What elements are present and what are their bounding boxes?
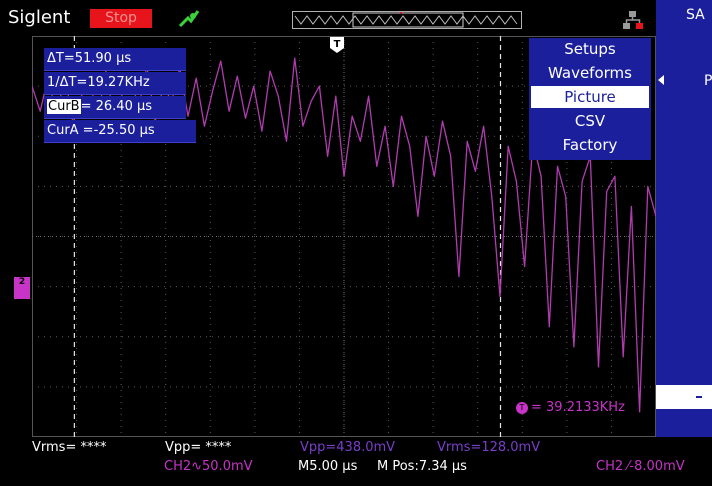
frequency-value: = 39.2133KHz bbox=[531, 400, 625, 415]
oscilloscope-screen: Siglent Stop SA ΔT=51.90 µs 1/ΔT=19.27KH… bbox=[0, 0, 712, 486]
measurement-vpp-unset: Vpp= **** bbox=[165, 440, 232, 455]
brand-label: Siglent bbox=[8, 7, 71, 28]
cursor-readout-panel: ΔT=51.90 µs 1/ΔT=19.27KHz CurB= 26.40 µs… bbox=[44, 48, 196, 144]
trigger-source-icon: T bbox=[516, 402, 528, 414]
menu-item-csv[interactable]: CSV bbox=[531, 110, 649, 132]
menu-item-waveforms[interactable]: Waveforms bbox=[531, 62, 649, 84]
trigger-marker-label: T bbox=[334, 39, 341, 50]
trigger-arrow-icon bbox=[178, 10, 200, 28]
measurement-bar: Vrms= **** Vpp= **** Vpp=438.0mV Vrms=12… bbox=[0, 437, 712, 486]
frequency-counter: T = 39.2133KHz bbox=[516, 397, 625, 419]
menu-item-setups[interactable]: Setups bbox=[531, 38, 649, 60]
measurement-vrms-unset: Vrms= **** bbox=[32, 440, 107, 455]
softkey-selected-bar[interactable] bbox=[656, 385, 712, 409]
menu-item-factory[interactable]: Factory bbox=[531, 134, 649, 156]
memory-position-strip bbox=[292, 11, 522, 29]
trigger-position-marker[interactable]: T bbox=[330, 37, 344, 53]
ch2-scale-readout: CH2∿50.0mV bbox=[164, 459, 253, 474]
chevron-left-icon[interactable] bbox=[658, 75, 664, 85]
menu-title-label: SA bbox=[686, 7, 705, 23]
trigger-level-readout: CH2 ⁄-8.00mV bbox=[596, 459, 685, 474]
softkey-label[interactable]: P bbox=[704, 73, 712, 89]
measurement-vrms: Vrms=128.0mV bbox=[437, 440, 541, 455]
inverse-delta-t-readout: 1/ΔT=19.27KHz bbox=[44, 72, 186, 95]
cursor-b-value: = 26.40 µs bbox=[80, 99, 153, 114]
cursor-b-readout[interactable]: CurB= 26.40 µs bbox=[44, 96, 186, 119]
top-status-bar: Siglent Stop SA bbox=[0, 0, 712, 36]
softkey-side-panel: P bbox=[656, 33, 712, 437]
cursor-a-readout[interactable]: CurA =-25.50 µs bbox=[44, 120, 196, 143]
menu-item-picture[interactable]: Picture bbox=[531, 86, 649, 108]
timebase-readout: M5.00 µs bbox=[298, 459, 358, 474]
cursor-b-tag: CurB bbox=[47, 99, 81, 114]
ch2-level-marker[interactable]: 2 bbox=[14, 277, 30, 299]
save-type-menu: Setups Waveforms Picture CSV Factory bbox=[529, 38, 651, 160]
measurement-vpp: Vpp=438.0mV bbox=[300, 440, 396, 455]
run-stop-indicator[interactable]: Stop bbox=[90, 9, 152, 28]
delta-t-readout: ΔT=51.90 µs bbox=[44, 48, 186, 71]
network-icon bbox=[623, 11, 643, 29]
menu-title-tab[interactable]: SA bbox=[656, 0, 712, 33]
horizontal-position-readout: M Pos:7.34 µs bbox=[377, 459, 467, 474]
dash-icon bbox=[696, 396, 702, 398]
